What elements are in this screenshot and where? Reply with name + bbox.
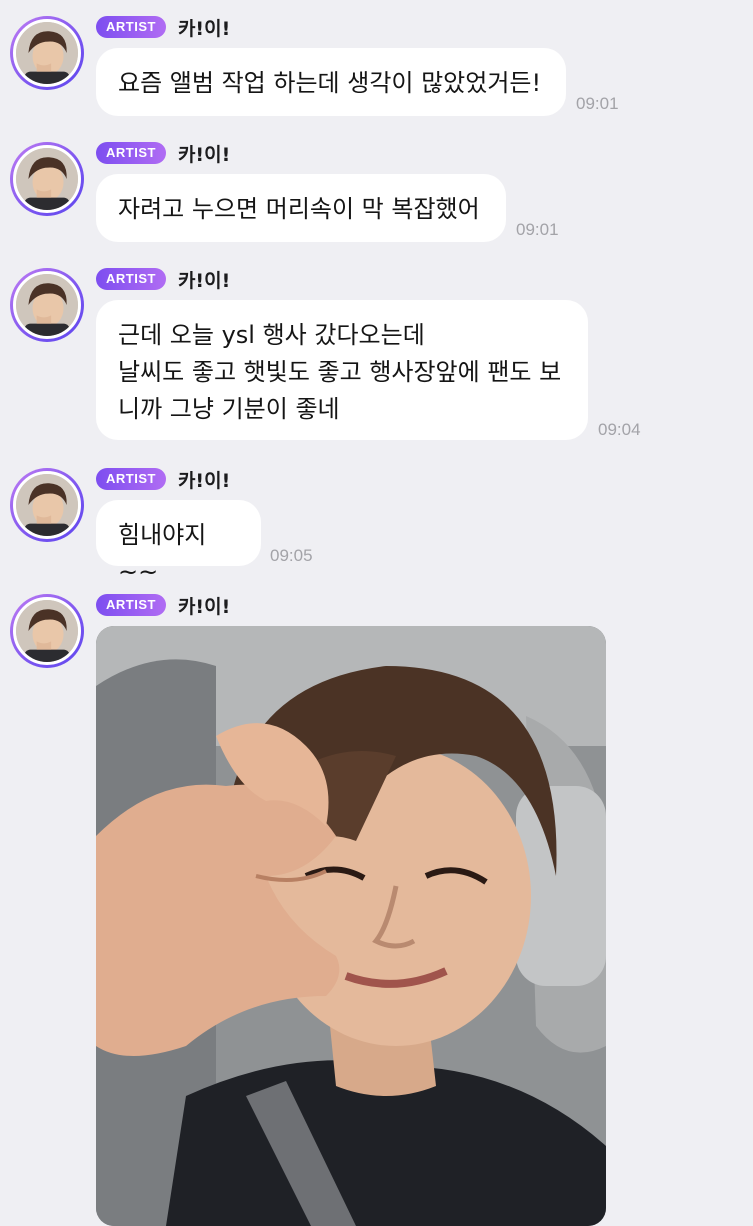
artist-avatar[interactable]: [10, 16, 84, 90]
timestamp: 09:01: [576, 94, 619, 113]
message-bubble[interactable]: 자려고 누으면 머리속이 막 복잡했어: [96, 174, 506, 242]
photo-attachment[interactable]: [96, 626, 606, 1226]
sender-name: 카!이!: [177, 269, 231, 292]
sender-meta: ARTIST 카!이!: [96, 268, 231, 292]
artist-avatar[interactable]: [10, 142, 84, 216]
artist-badge: ARTIST: [96, 16, 166, 38]
avatar-photo: [16, 148, 78, 210]
artist-avatar[interactable]: [10, 468, 84, 542]
timestamp: 09:04: [598, 420, 641, 439]
sender-meta: ARTIST 카!이!: [96, 16, 231, 40]
sender-name: 카!이!: [177, 469, 231, 492]
sender-name: 카!이!: [177, 143, 231, 166]
sender-name: 카!이!: [177, 595, 231, 618]
artist-badge: ARTIST: [96, 468, 166, 490]
sender-name: 카!이!: [177, 17, 231, 40]
avatar-photo: [16, 474, 78, 536]
timestamp: 09:01: [516, 220, 559, 239]
selfie-image: [96, 626, 606, 1226]
avatar-photo: [16, 600, 78, 662]
artist-badge: ARTIST: [96, 142, 166, 164]
artist-badge: ARTIST: [96, 268, 166, 290]
message-bubble[interactable]: 근데 오늘 ysl 행사 갔다오는데 날씨도 좋고 햇빛도 좋고 행사장앞에 팬…: [96, 300, 588, 440]
artist-badge: ARTIST: [96, 594, 166, 616]
sender-meta: ARTIST 카!이!: [96, 468, 231, 492]
artist-avatar[interactable]: [10, 594, 84, 668]
avatar-photo: [16, 274, 78, 336]
chat-feed[interactable]: ARTIST 카!이! 요즘 앨범 작업 하는데 생각이 많았었거든! 09:0…: [0, 0, 753, 1226]
message-bubble[interactable]: 힘내야지~~: [96, 500, 261, 586]
timestamp: 09:05: [270, 546, 313, 565]
artist-avatar[interactable]: [10, 268, 84, 342]
avatar-photo: [16, 22, 78, 84]
sender-meta: ARTIST 카!이!: [96, 142, 231, 166]
sender-meta: ARTIST 카!이!: [96, 594, 231, 618]
message-bubble[interactable]: 요즘 앨범 작업 하는데 생각이 많았었거든!: [96, 48, 566, 116]
